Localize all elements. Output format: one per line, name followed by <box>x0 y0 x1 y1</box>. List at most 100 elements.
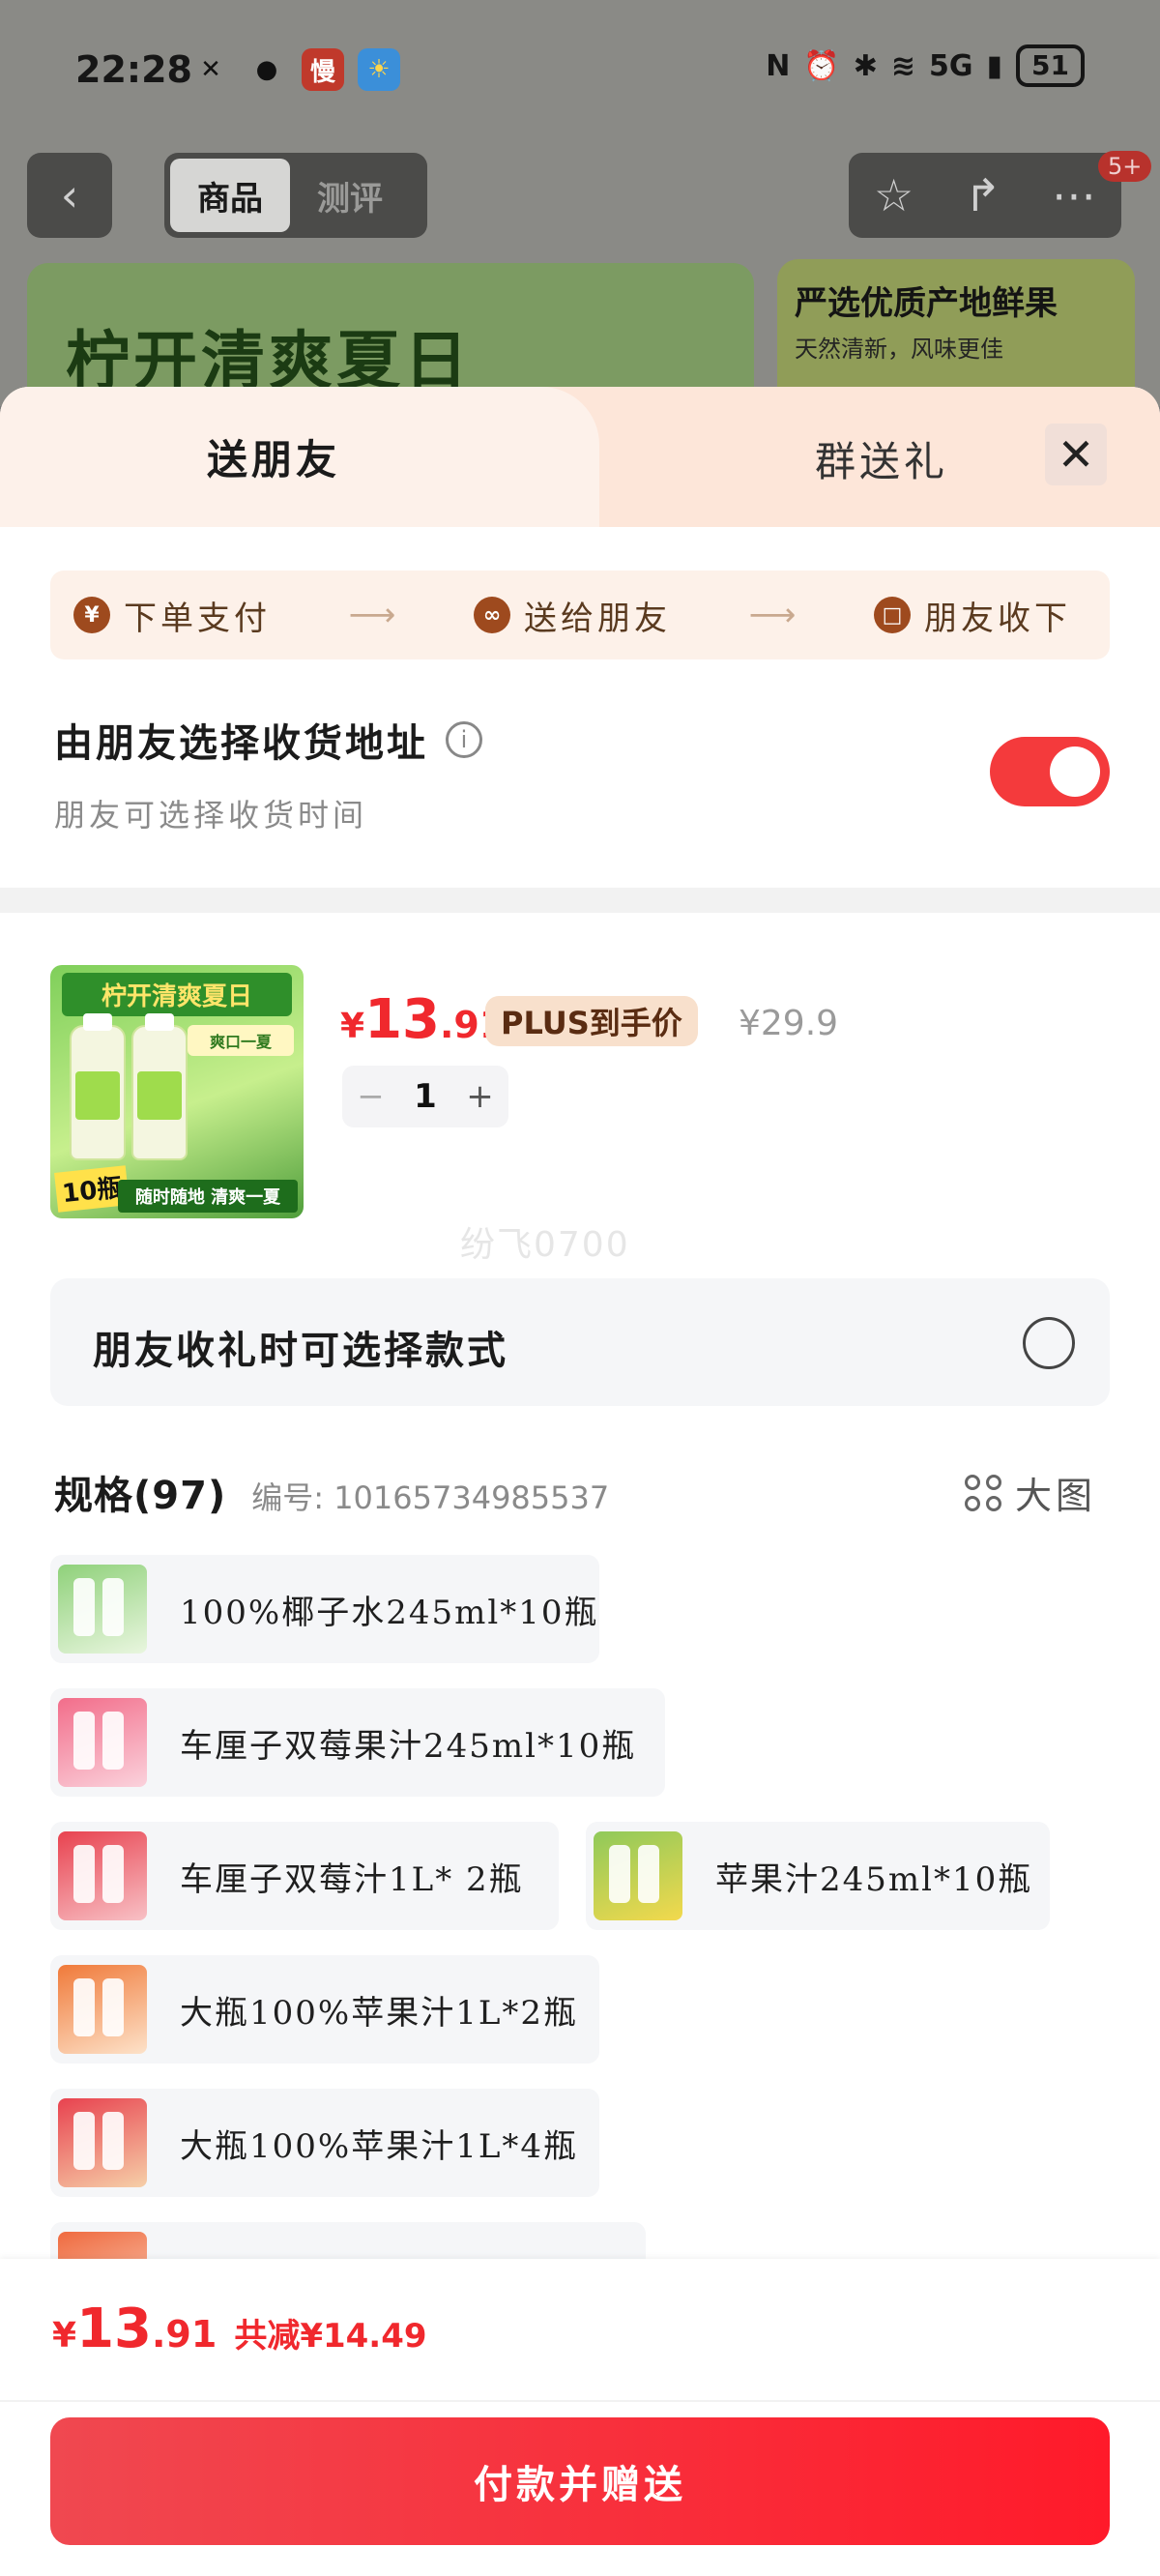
status-time: 22:28 <box>75 48 192 91</box>
price-decimal: .91 <box>152 2313 218 2356</box>
bluetooth-icon: ✱ <box>853 48 878 83</box>
spec-option-label: 车厘子双莓果汁245ml*10瓶 <box>180 1726 637 1766</box>
price-integer: 13 <box>76 2298 152 2360</box>
big-image-toggle[interactable]: 大图 <box>965 1466 1096 1519</box>
spec-option-label: 100%椰子水245ml*10瓶 <box>180 1593 599 1632</box>
tab-group-gift[interactable]: 群送礼 <box>815 429 948 488</box>
spec-option-label: 大瓶100%苹果汁1L*4瓶 <box>180 2126 579 2166</box>
spec-thumbnail <box>58 1565 147 1654</box>
spec-option[interactable]: 100%椰子水245ml*10瓶 <box>50 1555 599 1663</box>
gift-icon: □ <box>874 597 911 633</box>
chat-icon: ∞ <box>474 597 510 633</box>
product-code: 编号: 10165734985537 <box>251 1479 610 1516</box>
promo-card-title: 严选优质产地鲜果 <box>795 284 1058 323</box>
back-button[interactable]: ‹ <box>27 153 112 238</box>
watermark: 纷飞0700 <box>460 1225 630 1265</box>
decrement-button[interactable]: − <box>357 1077 385 1116</box>
product-image-footer: 随时随地 清爽一夏 <box>118 1180 298 1213</box>
product-image-badge: 爽口一夏 <box>188 1025 294 1056</box>
step-pay: ¥ 下单支付 <box>73 592 271 639</box>
gift-sheet: 送朋友 群送礼 ✕ ¥ 下单支付 ⟶ ∞ 送给朋友 ⟶ □ 朋友收下 由朋友选择… <box>0 387 1160 2576</box>
total-price: ¥ 13 .91 共减¥14.49 <box>52 2298 427 2360</box>
nfc-icon: N <box>766 48 791 83</box>
tab-review[interactable]: 测评 <box>290 159 410 232</box>
style-choice-radio[interactable] <box>1023 1317 1075 1369</box>
close-button[interactable]: ✕ <box>1045 424 1107 485</box>
spec-header: 规格(97) 编号: 10165734985537 <box>54 1464 609 1520</box>
big-image-label: 大图 <box>1015 1475 1097 1517</box>
missed-call-icon: ✕ <box>200 55 221 84</box>
currency-symbol: ¥ <box>52 2316 77 2356</box>
increment-button[interactable]: + <box>466 1077 494 1116</box>
tab-send-friend[interactable]: 送朋友 <box>207 427 340 486</box>
spec-thumbnail <box>58 1965 147 2054</box>
manman-app-icon: 慢 <box>302 48 344 91</box>
arrow-right-icon: ⟶ <box>748 596 797 634</box>
wechat-icon: ● <box>255 55 278 84</box>
style-choice-option[interactable]: 朋友收礼时可选择款式 <box>50 1278 1110 1406</box>
style-choice-label: 朋友收礼时可选择款式 <box>93 1329 508 1373</box>
close-icon: ✕ <box>1057 428 1095 481</box>
price-integer: 13 <box>364 988 440 1051</box>
quantity-value[interactable]: 1 <box>414 1077 437 1116</box>
yen-icon: ¥ <box>73 597 110 633</box>
spec-option[interactable]: 车厘子双莓汁1L* 2瓶 <box>50 1822 559 1930</box>
spec-option-label: 苹果汁245ml*10瓶 <box>715 1859 1033 1899</box>
signal-label: 5G <box>929 48 973 83</box>
step-send: ∞ 送给朋友 <box>474 592 671 639</box>
signal-bars-icon: ▮ <box>986 48 1003 83</box>
section-divider <box>0 888 1160 913</box>
alarm-icon: ⏰ <box>803 48 840 83</box>
footer-divider <box>0 2400 1160 2402</box>
arrow-right-icon: ⟶ <box>348 596 396 634</box>
address-option-label: 由朋友选择收货地址 <box>54 721 428 766</box>
promo-card-subtitle: 天然清新，风味更佳 <box>795 336 1003 363</box>
product-price: ¥ 13 .91 <box>340 988 505 1051</box>
info-icon[interactable]: i <box>446 721 482 758</box>
spec-option[interactable]: 大瓶100%苹果汁1L*2瓶 <box>50 1955 599 2064</box>
grid-icon <box>965 1474 1001 1511</box>
checkout-footer: ¥ 13 .91 共减¥14.49 付款并赠送 <box>0 2259 1160 2576</box>
chevron-left-icon: ‹ <box>60 169 79 221</box>
message-badge: 5+ <box>1098 151 1152 182</box>
top-nav: ‹ 商品 测评 ☆ ↱ ⋯ <box>0 153 1160 240</box>
spec-option[interactable]: 车厘子双莓果汁245ml*10瓶 <box>50 1688 665 1797</box>
address-option-title: 由朋友选择收货地址 i <box>54 712 482 768</box>
address-option-subtitle: 朋友可选择收货时间 <box>54 797 368 834</box>
spec-option-label: 大瓶100%苹果汁1L*2瓶 <box>180 1993 579 2033</box>
plus-price-tag: PLUS到手价 <box>485 996 698 1046</box>
original-price: ¥29.9 <box>739 1004 839 1043</box>
star-icon[interactable]: ☆ <box>874 169 914 221</box>
tab-product[interactable]: 商品 <box>170 159 290 232</box>
toggle-knob <box>1050 746 1100 797</box>
spec-thumbnail <box>58 2098 147 2187</box>
spec-option[interactable]: 大瓶100%苹果汁1L*4瓶 <box>50 2089 599 2197</box>
spec-option[interactable]: 苹果汁245ml*10瓶 <box>586 1822 1050 1930</box>
sheet-header: 送朋友 群送礼 ✕ <box>0 387 1160 527</box>
wifi-icon: ≋ <box>890 48 916 83</box>
more-icon[interactable]: ⋯ <box>1052 169 1096 221</box>
weather-icon: ☀ <box>358 48 400 91</box>
status-bar: 22:28 ✕ ● 慢 ☀ N ⏰ ✱ ≋ 5G ▮ 51 <box>0 0 1160 135</box>
step-label: 朋友收下 <box>924 599 1071 638</box>
spec-option-label: 车厘子双莓汁1L* 2瓶 <box>180 1859 524 1899</box>
pay-and-gift-button[interactable]: 付款并赠送 <box>50 2417 1110 2545</box>
status-notification-icons: ✕ ● 慢 ☀ <box>189 48 400 91</box>
nav-tab-group: 商品 测评 <box>164 153 427 238</box>
address-toggle[interactable] <box>990 737 1110 806</box>
product-image-title: 柠开清爽夏日 <box>62 973 292 1016</box>
bottle-graphic <box>131 1013 188 1160</box>
spec-title: 规格(97) <box>54 1474 227 1518</box>
share-icon[interactable]: ↱ <box>964 169 1001 221</box>
spec-thumbnail <box>594 1831 682 1920</box>
gift-steps: ¥ 下单支付 ⟶ ∞ 送给朋友 ⟶ □ 朋友收下 <box>50 571 1110 659</box>
step-label: 送给朋友 <box>524 599 671 638</box>
step-receive: □ 朋友收下 <box>874 592 1071 639</box>
status-system-icons: N ⏰ ✱ ≋ 5G ▮ 51 <box>766 44 1085 87</box>
background-page: 22:28 ✕ ● 慢 ☀ N ⏰ ✱ ≋ 5G ▮ 51 ‹ 商品 测评 ☆ … <box>0 0 1160 418</box>
nav-action-group: ☆ ↱ ⋯ <box>849 153 1121 238</box>
bottle-graphic <box>70 1013 126 1160</box>
total-saving: 共减¥14.49 <box>234 2317 427 2356</box>
battery-indicator: 51 <box>1016 44 1085 87</box>
product-image[interactable]: 柠开清爽夏日 爽口一夏 10瓶 随时随地 清爽一夏 <box>50 965 304 1218</box>
